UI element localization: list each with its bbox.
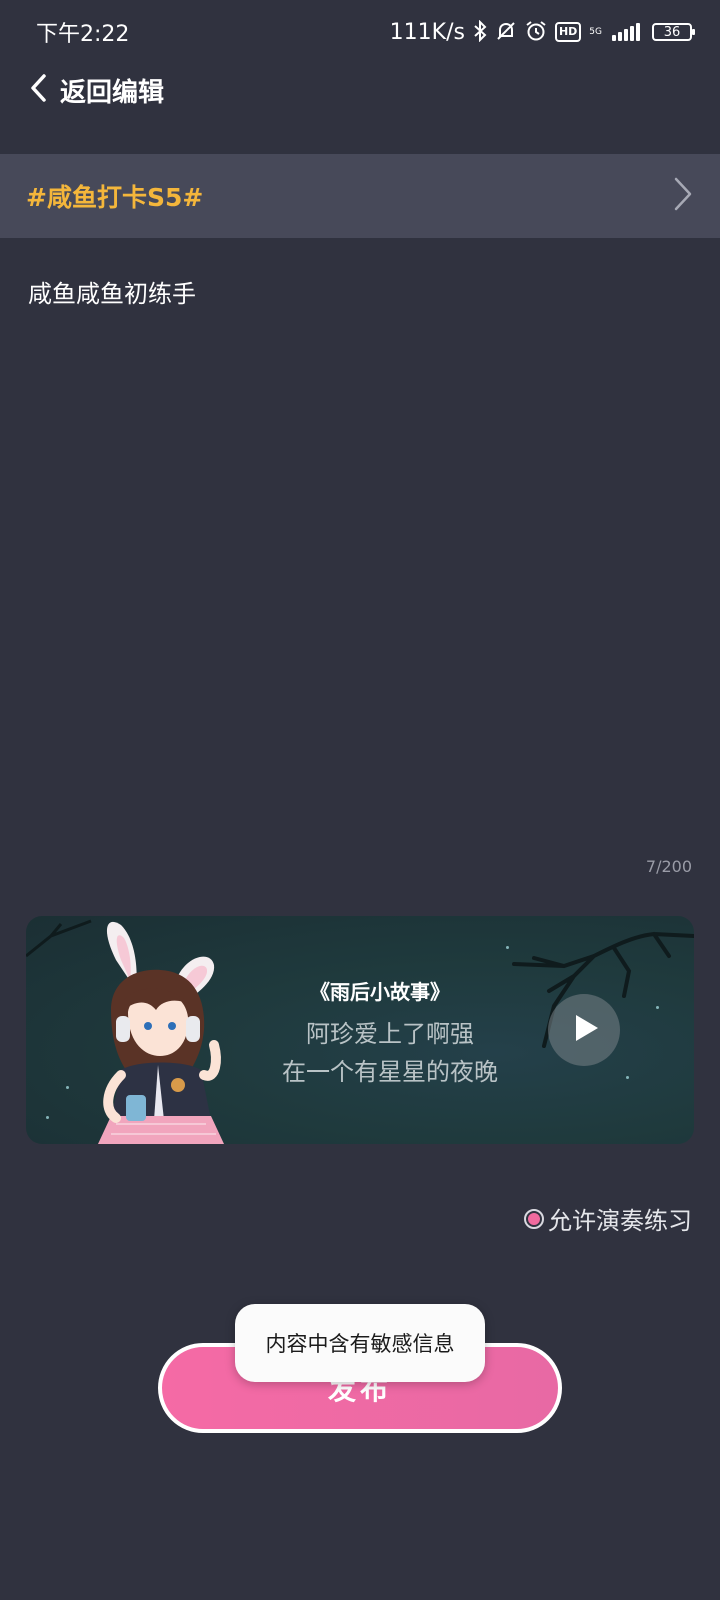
header: 返回编辑 — [0, 60, 720, 120]
battery-level: 36 — [663, 24, 681, 40]
allow-practice-toggle[interactable]: 允许演奏练习 — [524, 1201, 692, 1236]
alarm-icon — [525, 20, 547, 45]
chevron-right-icon — [672, 176, 694, 216]
status-icons: 111K/s HD 5G 36 — [389, 19, 695, 45]
allow-practice-label: 允许演奏练习 — [548, 1207, 692, 1235]
radio-checked-icon — [524, 1208, 544, 1229]
bluetooth-icon — [473, 19, 487, 45]
status-bar: 下午2:22 111K/s HD 5G 36 — [0, 0, 720, 64]
play-button[interactable] — [548, 994, 620, 1066]
star-decoration — [656, 1006, 659, 1009]
battery-icon: 36 — [652, 23, 695, 41]
topic-label: #咸鱼打卡S5# — [26, 183, 204, 212]
play-icon — [566, 1012, 602, 1048]
network-type: 5G — [589, 26, 602, 37]
hd-icon: HD — [554, 22, 582, 42]
net-speed: 111K/s — [389, 19, 465, 45]
star-decoration — [46, 1116, 49, 1119]
chevron-left-icon — [26, 73, 52, 107]
mute-icon — [495, 20, 517, 45]
toast-text: 内容中含有敏感信息 — [265, 1332, 455, 1356]
song-card[interactable]: 《雨后小故事》 阿珍爱上了啊强 在一个有星星的夜晚 — [26, 916, 694, 1144]
star-decoration — [506, 946, 509, 949]
toast-message: 内容中含有敏感信息 — [235, 1304, 485, 1382]
post-text-input[interactable]: 咸鱼咸鱼初练手 — [28, 274, 196, 309]
back-button[interactable]: 返回编辑 — [26, 72, 164, 109]
char-count: 7/200 — [645, 857, 692, 876]
signal-icon — [612, 23, 640, 41]
status-time: 下午2:22 — [36, 22, 130, 47]
back-label: 返回编辑 — [60, 77, 165, 108]
topic-selector[interactable]: #咸鱼打卡S5# — [0, 154, 720, 238]
